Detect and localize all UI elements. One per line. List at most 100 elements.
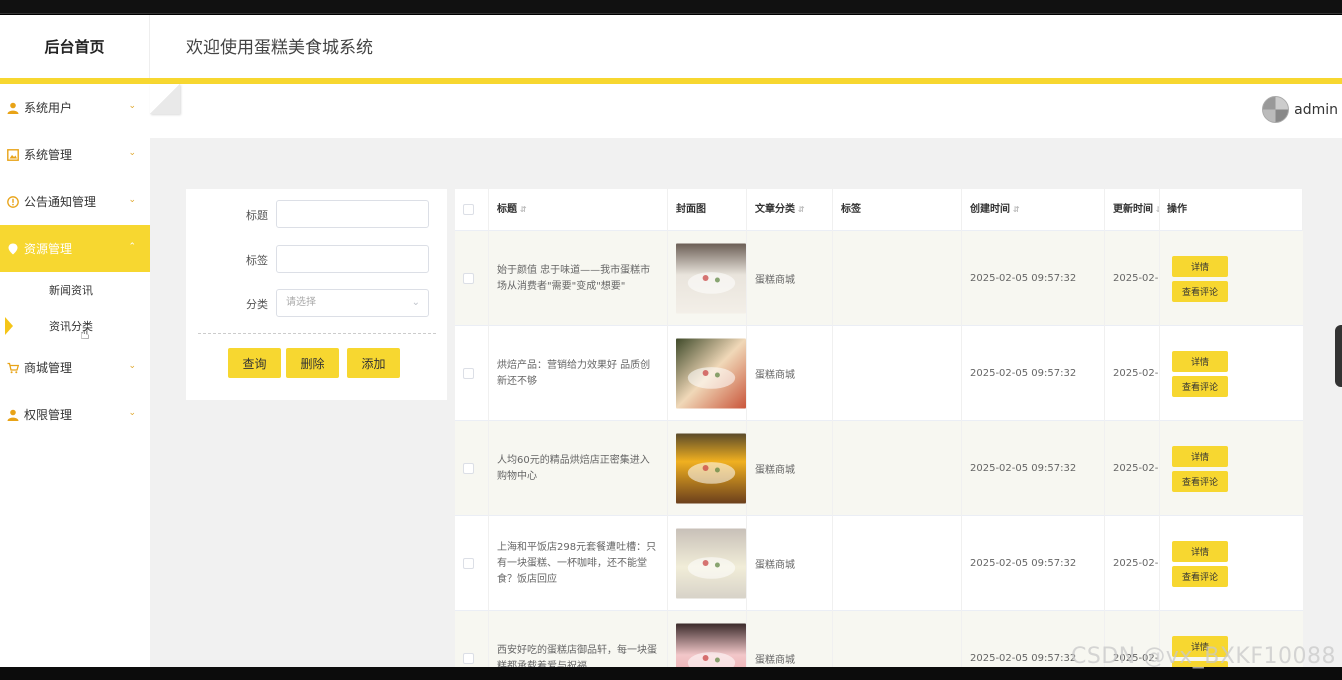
- title-input[interactable]: [276, 200, 429, 228]
- cover-image[interactable]: [676, 623, 746, 667]
- column-header-cover: 封面图: [668, 189, 747, 231]
- category-label: 分类: [246, 298, 268, 311]
- view-comments-button[interactable]: 查看评论: [1172, 565, 1228, 587]
- category-select[interactable]: 请选择 ⌄: [276, 289, 429, 317]
- sidebar-item-label: 权限管理: [24, 408, 73, 422]
- sidebar: 系统用户 ⌄ 系统管理 ⌄ 公告通知管理 ⌄ 资源管理 ⌃ 新闻资讯 资讯分类 …: [0, 84, 150, 667]
- row-checkbox[interactable]: [463, 368, 474, 379]
- sidebar-item-label: 系统用户: [24, 101, 73, 115]
- table-row: 始于颜值 忠于味道——我市蛋糕市场从消费者"需要"变成"想要" 蛋糕商城 2025-…: [455, 231, 1303, 326]
- category-cell: 蛋糕商城: [747, 326, 833, 421]
- tags-cell: [833, 326, 962, 421]
- info-icon: [6, 195, 19, 208]
- updated-time-cell: 2025-02-05: [1105, 516, 1160, 611]
- column-header-label: 标题: [497, 204, 517, 215]
- sidebar-item-notice-management[interactable]: 公告通知管理 ⌄: [0, 178, 150, 225]
- table-row: 上海和平饭店298元套餐遭吐槽：只有一块蛋糕、一杯咖啡，还不能堂食？饭店回应 蛋糕…: [455, 516, 1303, 611]
- cover-cell: [668, 421, 747, 516]
- column-header-label: 操作: [1167, 204, 1187, 215]
- sidebar-item-mall-management[interactable]: 商城管理 ⌄: [0, 344, 150, 391]
- column-header-title[interactable]: 标题 ⇵: [489, 189, 668, 231]
- column-header-updated[interactable]: 更新时间⇵: [1105, 189, 1160, 231]
- detail-button[interactable]: 详情: [1172, 540, 1228, 562]
- sidebar-item-resource-management[interactable]: 资源管理 ⌃: [0, 225, 150, 272]
- sidebar-subitem-news-category[interactable]: 资讯分类 ☝: [0, 308, 150, 344]
- category-cell: 蛋糕商城: [747, 611, 833, 667]
- sidebar-item-system-users[interactable]: 系统用户 ⌄: [0, 84, 150, 131]
- chevron-up-icon: ⌃: [128, 242, 136, 252]
- chevron-down-icon: ⌄: [128, 408, 136, 418]
- updated-time-cell: 2025-02-05: [1105, 326, 1160, 421]
- active-marker-icon: [5, 317, 13, 335]
- category-placeholder: 请选择: [286, 297, 316, 308]
- side-panel-handle[interactable]: [1335, 325, 1342, 387]
- cover-image[interactable]: [676, 528, 746, 599]
- row-checkbox[interactable]: [463, 558, 474, 569]
- detail-button[interactable]: 详情: [1172, 255, 1228, 277]
- user-menu[interactable]: admin: [1262, 96, 1338, 123]
- title-cell: 人均60元的精品烘焙店正密集进入购物中心: [489, 421, 668, 516]
- chevron-down-icon: ⌄: [128, 195, 136, 205]
- form-row-category: 分类 请选择 ⌄: [186, 289, 447, 319]
- title-cell: 烘焙产品：营销给力效果好 品质创新还不够: [489, 326, 668, 421]
- select-all-checkbox[interactable]: [463, 204, 474, 215]
- cover-cell: [668, 326, 747, 421]
- tag-input[interactable]: [276, 245, 429, 273]
- location-icon: [6, 242, 19, 255]
- header: 后台首页 欢迎使用蛋糕美食城系统: [0, 15, 1342, 78]
- updated-time-cell: 2025-02-05: [1105, 421, 1160, 516]
- column-header-created[interactable]: 创建时间 ⇵: [962, 189, 1105, 231]
- detail-button[interactable]: 详情: [1172, 350, 1228, 372]
- add-button[interactable]: 添加: [347, 348, 400, 378]
- created-time-cell: 2025-02-05 09:57:32: [962, 516, 1105, 611]
- created-time-cell: 2025-02-05 09:57:32: [962, 326, 1105, 421]
- sidebar-subitem-news[interactable]: 新闻资讯: [0, 272, 150, 308]
- collapse-toggle[interactable]: [150, 84, 180, 114]
- chevron-down-icon: ⌄: [128, 148, 136, 158]
- sidebar-item-permission-management[interactable]: 权限管理 ⌄: [0, 391, 150, 438]
- sidebar-item-system-management[interactable]: 系统管理 ⌄: [0, 131, 150, 178]
- user-icon: [6, 101, 19, 114]
- sort-icon[interactable]: ⇵: [798, 205, 805, 214]
- view-comments-button[interactable]: 查看评论: [1172, 375, 1228, 397]
- ops-cell: 详情查看评论: [1160, 516, 1303, 611]
- sort-icon[interactable]: ⇵: [1013, 205, 1020, 214]
- created-time-cell: 2025-02-05 09:57:32: [962, 421, 1105, 516]
- image-icon: [6, 148, 19, 161]
- delete-button[interactable]: 删除: [286, 348, 339, 378]
- category-cell: 蛋糕商城: [747, 421, 833, 516]
- category-cell: 蛋糕商城: [747, 231, 833, 326]
- cover-image[interactable]: [676, 338, 746, 409]
- row-checkbox[interactable]: [463, 653, 474, 664]
- updated-time-cell: 2025-02-05: [1105, 231, 1160, 326]
- column-header-label: 标签: [841, 204, 861, 215]
- table-row: 烘焙产品：营销给力效果好 品质创新还不够 蛋糕商城 2025-02-05 09:57…: [455, 326, 1303, 421]
- row-checkbox[interactable]: [463, 463, 474, 474]
- sort-icon[interactable]: ⇵: [520, 205, 527, 214]
- title-cell: 上海和平饭店298元套餐遭吐槽：只有一块蛋糕、一杯咖啡，还不能堂食？饭店回应: [489, 516, 668, 611]
- ops-cell: 详情查看评论: [1160, 231, 1303, 326]
- column-header-label: 更新时间: [1113, 204, 1153, 215]
- title-cell: 始于颜值 忠于味道——我市蛋糕市场从消费者"需要"变成"想要": [489, 231, 668, 326]
- column-header-category[interactable]: 文章分类 ⇵: [747, 189, 833, 231]
- cover-image[interactable]: [676, 433, 746, 504]
- cover-cell: [668, 516, 747, 611]
- row-select-cell: [455, 611, 489, 667]
- created-time-cell: 2025-02-05 09:57:32: [962, 231, 1105, 326]
- cover-image[interactable]: [676, 243, 746, 314]
- chevron-down-icon: ⌄: [128, 361, 136, 371]
- tags-cell: [833, 421, 962, 516]
- watermark: CSDN @vx_BXKF10088: [1071, 644, 1336, 669]
- view-comments-button[interactable]: 查看评论: [1172, 280, 1228, 302]
- row-checkbox[interactable]: [463, 273, 474, 284]
- view-comments-button[interactable]: 查看评论: [1172, 470, 1228, 492]
- row-select-cell: [455, 516, 489, 611]
- category-cell: 蛋糕商城: [747, 516, 833, 611]
- column-header-label: 封面图: [676, 204, 706, 215]
- breadcrumb-bar: admin: [150, 84, 1342, 138]
- brand-home-link[interactable]: 后台首页: [0, 15, 150, 78]
- page-title: 欢迎使用蛋糕美食城系统: [186, 38, 373, 58]
- detail-button[interactable]: 详情: [1172, 445, 1228, 467]
- column-header-label: 文章分类: [755, 204, 795, 215]
- query-button[interactable]: 查询: [228, 348, 281, 378]
